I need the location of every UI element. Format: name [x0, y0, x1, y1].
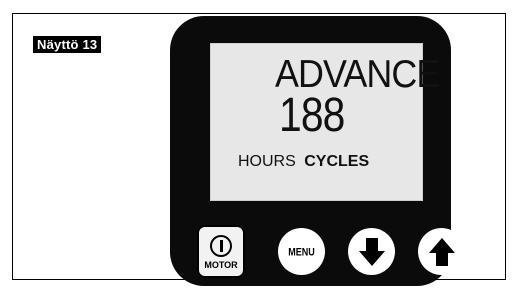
- up-button[interactable]: [418, 228, 465, 275]
- menu-button[interactable]: MENU: [278, 228, 325, 275]
- arrow-down-icon: [358, 237, 385, 266]
- display-units: HOURS CYCLES: [238, 153, 369, 171]
- unit-cycles: CYCLES: [304, 153, 370, 170]
- display-value: 188: [279, 89, 345, 142]
- menu-label: MENU: [288, 245, 315, 258]
- arrow-up-icon: [428, 237, 455, 266]
- unit-hours: HOURS: [238, 153, 296, 170]
- screen-label: Näyttö 13: [33, 36, 102, 53]
- lcd-display: ADVANCE 188 HOURS CYCLES: [210, 43, 440, 201]
- motor-label: MOTOR: [204, 260, 238, 270]
- down-button[interactable]: [348, 228, 395, 275]
- motor-button[interactable]: MOTOR: [197, 225, 245, 278]
- power-icon: [210, 235, 232, 257]
